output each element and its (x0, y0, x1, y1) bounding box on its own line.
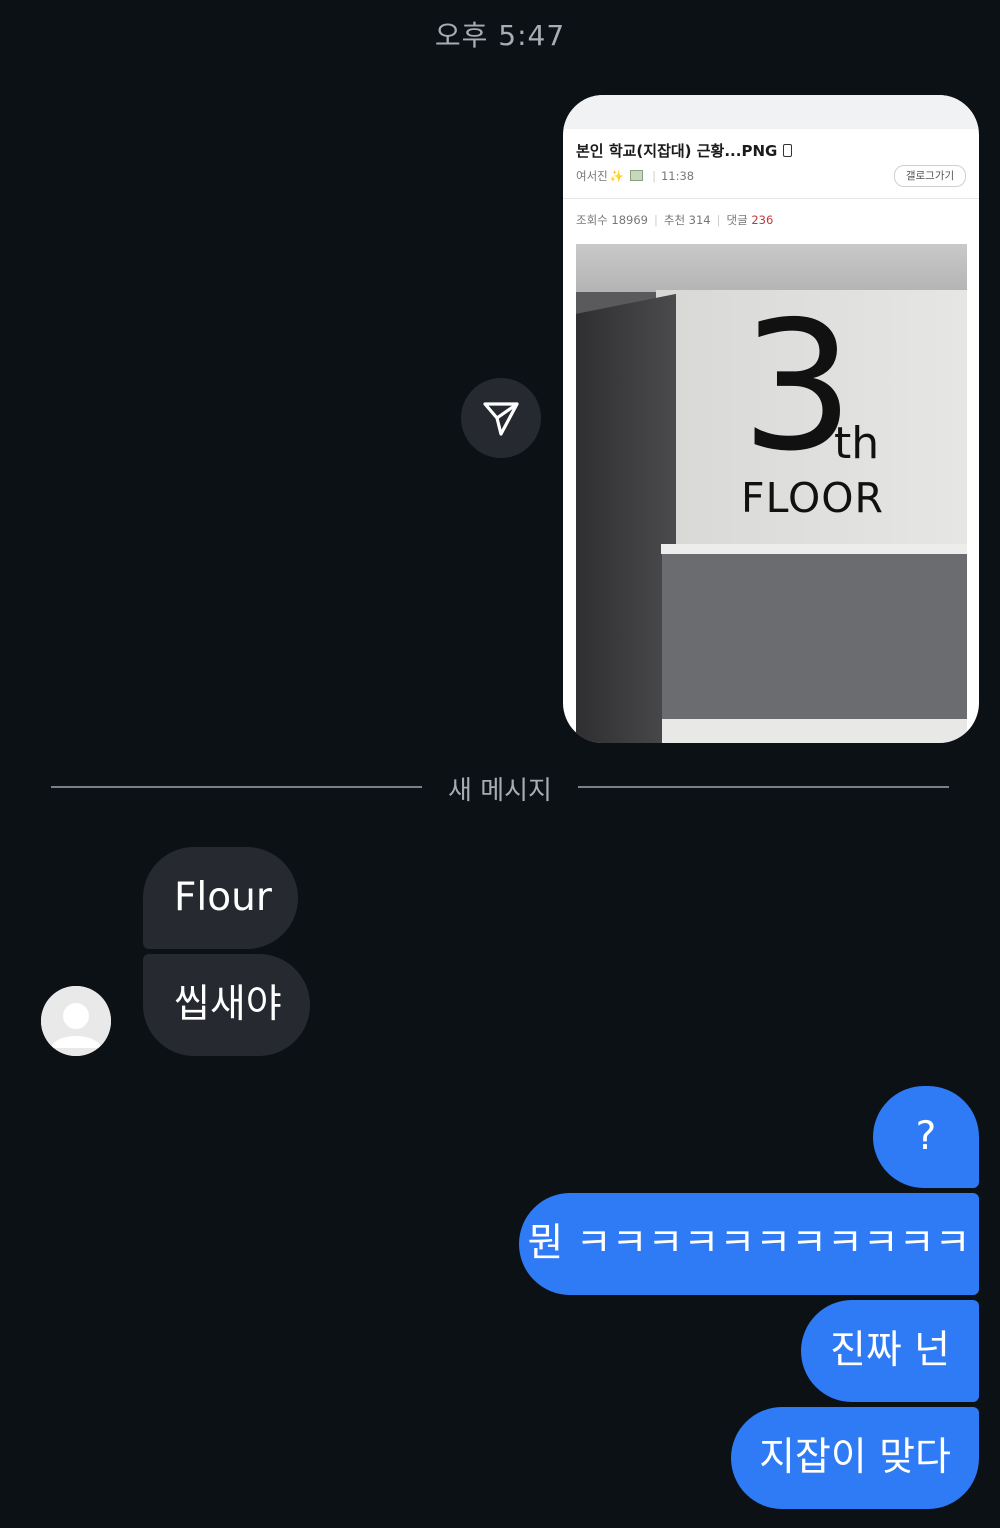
card-divider (563, 198, 979, 199)
sent-message[interactable]: 진짜 넌 (801, 1300, 979, 1402)
shared-post-card[interactable]: 본인 학교(지잡대) 근황...PNG 여서진 ✨ | 11:38 갤로그가기 조회수… (563, 95, 979, 743)
card-top-bar (563, 95, 979, 129)
received-message[interactable]: Flour (143, 847, 298, 949)
sent-message[interactable]: 지잡이 맞다 (731, 1407, 979, 1509)
gallog-button[interactable]: 갤로그가기 (894, 165, 966, 187)
new-message-divider-line (51, 786, 422, 788)
view-count: 조회수 18969 (576, 213, 648, 227)
floor-sign-suffix: th (834, 418, 880, 469)
post-author: 여서진 (576, 169, 608, 183)
new-message-label: 새 메시지 (448, 776, 552, 806)
floor-sign-word: FLOOR (741, 474, 884, 522)
received-message[interactable]: 씹새야 (143, 954, 310, 1056)
photo-wall-rail (661, 544, 967, 554)
paper-plane-icon (483, 402, 519, 436)
comment-count: 236 (751, 213, 774, 227)
photo-lower-wall (662, 554, 967, 722)
chat-screen: 오후 5:47 본인 학교(지잡대) 근황...PNG 여서진 ✨ | 11:38 갤… (0, 0, 1000, 1528)
sent-message[interactable]: 뭔 ㅋㅋㅋㅋㅋㅋㅋㅋㅋㅋㅋ (519, 1193, 979, 1295)
message-timestamp: 오후 5:47 (434, 19, 566, 52)
default-user-avatar-icon (41, 986, 111, 1056)
gallery-badge-icon (630, 170, 644, 181)
post-stats: 조회수 18969 | 추천 314 | 댓글 236 (576, 212, 773, 228)
sparkle-icon: ✨ (609, 169, 625, 183)
meta-separator: | (652, 169, 656, 183)
photo-corridor-wall (576, 293, 676, 743)
new-message-divider-line (578, 786, 949, 788)
post-title: 본인 학교(지잡대) 근황...PNG (576, 140, 793, 161)
sent-message[interactable]: ? (873, 1086, 979, 1188)
post-meta: 여서진 ✨ | 11:38 (576, 168, 694, 184)
post-photo[interactable]: 3 th FLOOR (576, 244, 967, 743)
comment-label: 댓글 (726, 213, 748, 227)
mobile-icon (783, 144, 793, 157)
photo-baseboard (662, 719, 967, 743)
stats-separator: | (716, 213, 721, 227)
avatar[interactable] (41, 986, 111, 1056)
post-title-text: 본인 학교(지잡대) 근황...PNG (576, 142, 778, 160)
stats-separator: | (653, 213, 658, 227)
post-time: 11:38 (660, 169, 695, 183)
share-button[interactable] (461, 378, 541, 458)
recommend-count: 추천 314 (663, 213, 711, 227)
